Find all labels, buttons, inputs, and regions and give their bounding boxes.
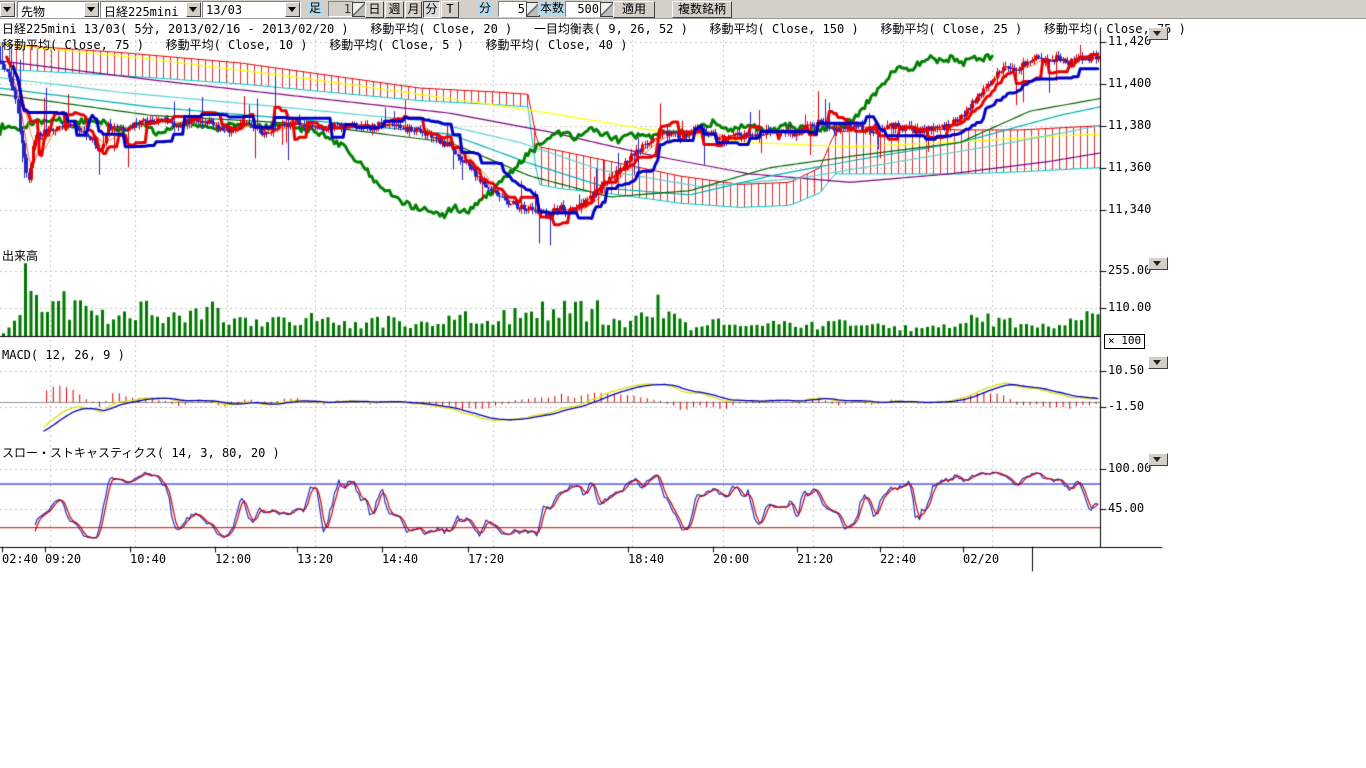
category-combo[interactable]: 先物	[17, 1, 100, 18]
dropdown-arrow-icon[interactable]	[186, 2, 201, 17]
dropdown-arrow-icon[interactable]	[84, 2, 99, 17]
apply-button[interactable]: 適用	[613, 1, 655, 18]
chart-legend-line1: 日経225mini 13/03( 5分, 2013/02/16 - 2013/0…	[2, 23, 1186, 36]
symbol-combo[interactable]: 日経225mini	[100, 1, 202, 18]
macd-panel-dropdown-button[interactable]	[1148, 356, 1168, 369]
minute-label: 分	[477, 1, 493, 15]
volume-panel-dropdown-button[interactable]	[1148, 257, 1168, 270]
stoch-panel-dropdown-button[interactable]	[1148, 453, 1168, 466]
macd-panel-title: MACD( 12, 26, 9 )	[2, 349, 125, 362]
period-button-tick[interactable]: T	[441, 1, 459, 18]
bar-interval-input[interactable]: 1	[328, 1, 354, 17]
category-value: 先物	[21, 3, 45, 20]
price-chart-canvas[interactable]	[0, 0, 1366, 768]
volume-panel-title: 出来高	[2, 250, 38, 263]
main-panel-dropdown-button[interactable]	[1148, 27, 1168, 40]
chart-legend-line2: 移動平均( Close, 75 ) 移動平均( Close, 10 ) 移動平均…	[2, 39, 627, 52]
bar-count-label: 本数	[538, 1, 566, 15]
edge-combo[interactable]	[0, 1, 16, 18]
bar-count-spinner[interactable]	[600, 2, 614, 17]
multi-symbol-button[interactable]: 複数銘柄	[672, 1, 732, 18]
volume-multiplier-badge: × 100	[1104, 334, 1145, 349]
bar-count-input[interactable]: 500	[565, 1, 602, 17]
contract-month-value: 13/03	[206, 3, 242, 17]
contract-month-combo[interactable]: 13/03	[202, 1, 301, 18]
period-button-daily[interactable]: 日	[365, 1, 384, 18]
stoch-panel-title: スロー・ストキャスティクス( 14, 3, 80, 20 )	[2, 447, 280, 460]
period-button-monthly[interactable]: 月	[405, 1, 422, 18]
toolbar: 先物 日経225mini 13/03 足 1 日 週 月 分 T 分 5 本数 …	[0, 0, 1366, 19]
symbol-value: 日経225mini	[104, 3, 179, 20]
dropdown-arrow-icon[interactable]	[0, 2, 15, 17]
minute-input[interactable]: 5	[498, 1, 528, 17]
dropdown-arrow-icon[interactable]	[285, 2, 300, 17]
bar-type-label: 足	[307, 1, 323, 15]
period-button-weekly[interactable]: 週	[385, 1, 404, 18]
bar-interval-spinner[interactable]	[352, 2, 366, 17]
period-button-minute[interactable]: 分	[423, 1, 440, 18]
